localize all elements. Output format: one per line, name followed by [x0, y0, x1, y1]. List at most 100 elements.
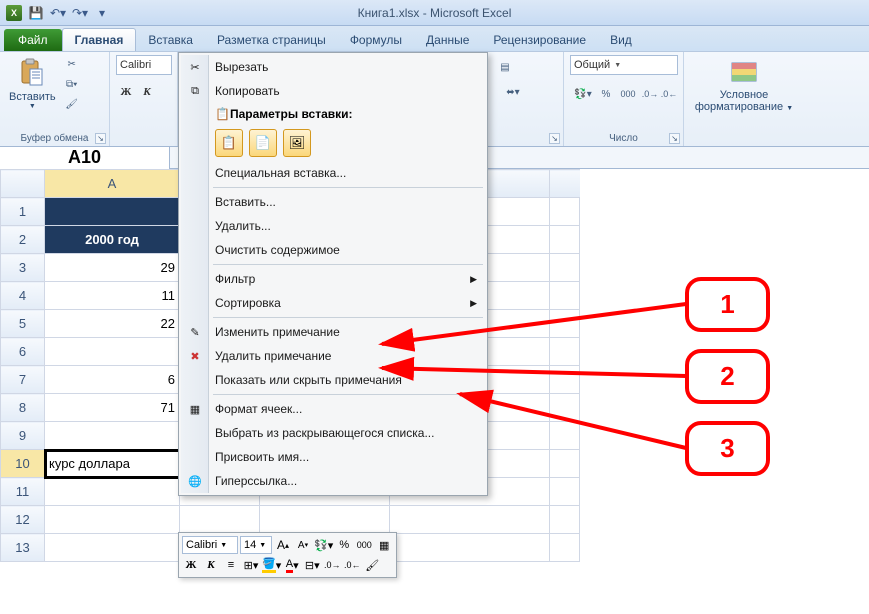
accounting-format-icon[interactable]: 💱▾ — [570, 85, 596, 103]
mini-inc-decimal-icon[interactable]: .0→ — [323, 556, 341, 574]
mini-format-icon[interactable]: ▦ — [375, 536, 393, 554]
row-header-13[interactable]: 13 — [1, 534, 45, 562]
row-header-8[interactable]: 8 — [1, 394, 45, 422]
number-launcher-icon[interactable]: ↘ — [669, 133, 680, 144]
ctx-pick-from-list[interactable]: Выбрать из раскрывающегося списка... — [181, 421, 485, 445]
mini-italic-button[interactable]: К — [202, 556, 220, 574]
ctx-delete-comment[interactable]: ✖Удалить примечание — [181, 344, 485, 368]
ctx-paste-options-header: 📋Параметры вставки: — [181, 103, 485, 125]
row-header-2[interactable]: 2 — [1, 226, 45, 254]
ctx-define-name[interactable]: Присвоить имя... — [181, 445, 485, 469]
paste-option-all[interactable]: 📋 — [215, 129, 243, 157]
tab-review[interactable]: Рецензирование — [481, 29, 598, 51]
tab-insert[interactable]: Вставка — [136, 29, 205, 51]
cell-A10-selected[interactable]: курс доллара — [45, 450, 180, 478]
mini-merge-icon[interactable]: ⊟▾ — [303, 556, 321, 574]
cell-A5[interactable]: 22 — [45, 310, 180, 338]
mini-percent-icon[interactable]: % — [335, 536, 353, 554]
paste-option-picture[interactable]: 🖼 — [283, 129, 311, 157]
decrease-decimal-icon[interactable]: .0← — [660, 85, 678, 103]
row-header-10[interactable]: 10 — [1, 450, 45, 478]
mini-comma-icon[interactable]: 000 — [355, 536, 373, 554]
mini-dec-decimal-icon[interactable]: .0← — [343, 556, 361, 574]
italic-button[interactable]: К — [137, 82, 157, 102]
paste-option-formulas[interactable]: 📄 — [249, 129, 277, 157]
quick-access-toolbar: X 💾 ↶▾ ↷▾ ▾ — [4, 3, 112, 23]
ctx-clear-contents[interactable]: Очистить содержимое — [181, 238, 485, 262]
scissors-icon: ✂ — [187, 59, 203, 75]
qat-customize-icon[interactable]: ▾ — [92, 3, 112, 23]
hyperlink-icon: 🌐 — [187, 473, 203, 489]
tab-data[interactable]: Данные — [414, 29, 481, 51]
mini-accounting-icon[interactable]: 💱▾ — [314, 536, 333, 554]
excel-app-icon[interactable]: X — [4, 3, 24, 23]
col-header-A[interactable]: A — [45, 170, 180, 198]
row-header-7[interactable]: 7 — [1, 366, 45, 394]
group-alignment: ▤ ⬌▾ ↘ — [490, 52, 564, 146]
font-name-combo[interactable]: Calibri — [116, 55, 172, 75]
ctx-cut[interactable]: ✂Вырезать — [181, 55, 485, 79]
conditional-formatting-button[interactable]: Условное форматирование ▼ — [692, 55, 796, 115]
tab-view[interactable]: Вид — [598, 29, 644, 51]
mini-font-color-icon[interactable]: A▾ — [283, 556, 301, 574]
ctx-show-hide-comments[interactable]: Показать или скрыть примечания — [181, 368, 485, 392]
undo-icon[interactable]: ↶▾ — [48, 3, 68, 23]
increase-decimal-icon[interactable]: .0→ — [641, 85, 659, 103]
merge-center-icon[interactable]: ⬌▾ — [496, 83, 530, 101]
tab-formulas[interactable]: Формулы — [338, 29, 414, 51]
clipboard-launcher-icon[interactable]: ↘ — [95, 133, 106, 144]
name-box[interactable]: A10 — [0, 147, 170, 169]
mini-grow-font-icon[interactable]: A▴ — [274, 536, 292, 554]
bold-button[interactable]: Ж — [116, 82, 136, 102]
format-painter-icon[interactable]: 🖌 — [63, 95, 81, 113]
ctx-edit-comment[interactable]: ✎Изменить примечание — [181, 320, 485, 344]
copy-icon[interactable]: ⧉▾ — [63, 75, 81, 93]
select-all-corner[interactable] — [1, 170, 45, 198]
percent-format-icon[interactable]: % — [597, 85, 615, 103]
tab-file[interactable]: Файл — [4, 29, 62, 51]
number-format-combo[interactable]: Общий▼ — [570, 55, 678, 75]
ctx-sort[interactable]: Сортировка▶ — [181, 291, 485, 315]
annotation-callout-2: 2 — [685, 349, 770, 404]
cell-A2[interactable]: 2000 год — [45, 226, 180, 254]
ctx-copy[interactable]: ⧉Копировать — [181, 79, 485, 103]
cell-A4[interactable]: 11 — [45, 282, 180, 310]
cut-icon[interactable]: ✂ — [63, 55, 81, 73]
group-font: Calibri Ж К — [110, 52, 178, 146]
mini-size-combo[interactable]: 14▼ — [240, 536, 272, 554]
cell-A6[interactable] — [45, 338, 180, 366]
mini-center-icon[interactable]: ≡ — [222, 556, 240, 574]
row-header-6[interactable]: 6 — [1, 338, 45, 366]
alignment-launcher-icon[interactable]: ↘ — [549, 133, 560, 144]
row-header-11[interactable]: 11 — [1, 478, 45, 506]
ctx-format-cells[interactable]: ▦Формат ячеек... — [181, 397, 485, 421]
save-icon[interactable]: 💾 — [26, 3, 46, 23]
row-header-4[interactable]: 4 — [1, 282, 45, 310]
row-header-12[interactable]: 12 — [1, 506, 45, 534]
wrap-text-icon[interactable]: ▤ — [496, 58, 514, 76]
cell-A7[interactable]: 6 — [45, 366, 180, 394]
row-header-9[interactable]: 9 — [1, 422, 45, 450]
mini-shrink-font-icon[interactable]: A▾ — [294, 536, 312, 554]
mini-fill-color-icon[interactable]: 🪣▾ — [262, 556, 281, 574]
row-header-1[interactable]: 1 — [1, 198, 45, 226]
tab-page-layout[interactable]: Разметка страницы — [205, 29, 338, 51]
cell-A8[interactable]: 71 — [45, 394, 180, 422]
mini-borders-icon[interactable]: ⊞▾ — [242, 556, 260, 574]
redo-icon[interactable]: ↷▾ — [70, 3, 90, 23]
row-header-3[interactable]: 3 — [1, 254, 45, 282]
mini-format-painter-icon[interactable]: 🖌 — [363, 556, 381, 574]
ctx-insert[interactable]: Вставить... — [181, 190, 485, 214]
paste-button[interactable]: Вставить ▼ — [6, 55, 59, 112]
row-header-5[interactable]: 5 — [1, 310, 45, 338]
ctx-paste-special[interactable]: Специальная вставка... — [181, 161, 485, 185]
tab-home[interactable]: Главная — [62, 28, 137, 51]
comma-format-icon[interactable]: 000 — [616, 85, 640, 103]
ctx-hyperlink[interactable]: 🌐Гиперссылка... — [181, 469, 485, 493]
ctx-delete[interactable]: Удалить... — [181, 214, 485, 238]
mini-font-combo[interactable]: Calibri▼ — [182, 536, 238, 554]
mini-bold-button[interactable]: Ж — [182, 556, 200, 574]
col-header-partial[interactable] — [550, 170, 580, 198]
cell-A3[interactable]: 29 — [45, 254, 180, 282]
ctx-filter[interactable]: Фильтр▶ — [181, 267, 485, 291]
